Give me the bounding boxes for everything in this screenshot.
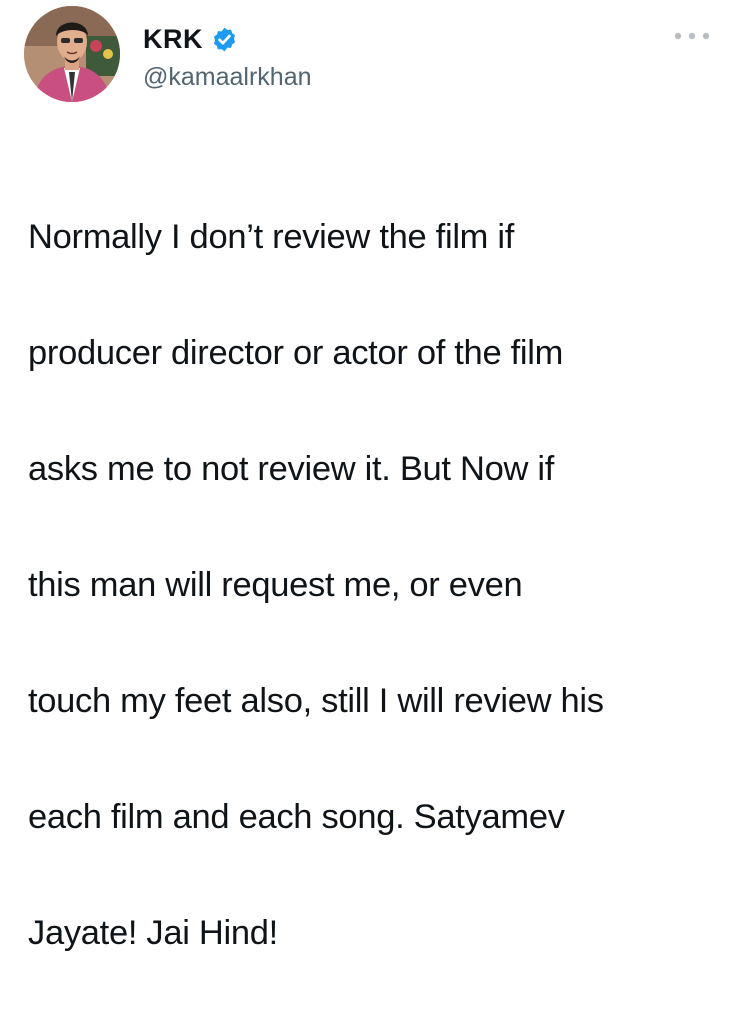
tweet-text: Normally I don’t review the film if prod… — [28, 150, 718, 1020]
tweet-text-line: each film and each song. Satyamev — [28, 798, 565, 836]
tweet-text-line: Jayate! Jai Hind! — [28, 914, 278, 952]
author-display-name[interactable]: KRK — [143, 22, 203, 56]
tweet-text-line: producer director or actor of the film — [28, 334, 564, 372]
author-name-row[interactable]: KRK — [143, 22, 238, 56]
tweet-text-line: touch my feet also, still I will review … — [28, 682, 604, 720]
tweet-text-line: this man will request me, or even — [28, 566, 523, 604]
tweet-text-line: asks me to not review it. But Now if — [28, 450, 555, 488]
avatar-image — [24, 6, 120, 102]
avatar[interactable] — [24, 6, 120, 102]
tweet-text-line: Normally I don’t review the film if — [28, 218, 515, 256]
verified-badge-icon — [211, 26, 238, 53]
author-handle[interactable]: @kamaalrkhan — [143, 62, 312, 92]
more-options-icon[interactable] — [672, 26, 712, 46]
tweet-card: KRK @kamaalrkhan Normally I don’t review… — [0, 0, 740, 952]
